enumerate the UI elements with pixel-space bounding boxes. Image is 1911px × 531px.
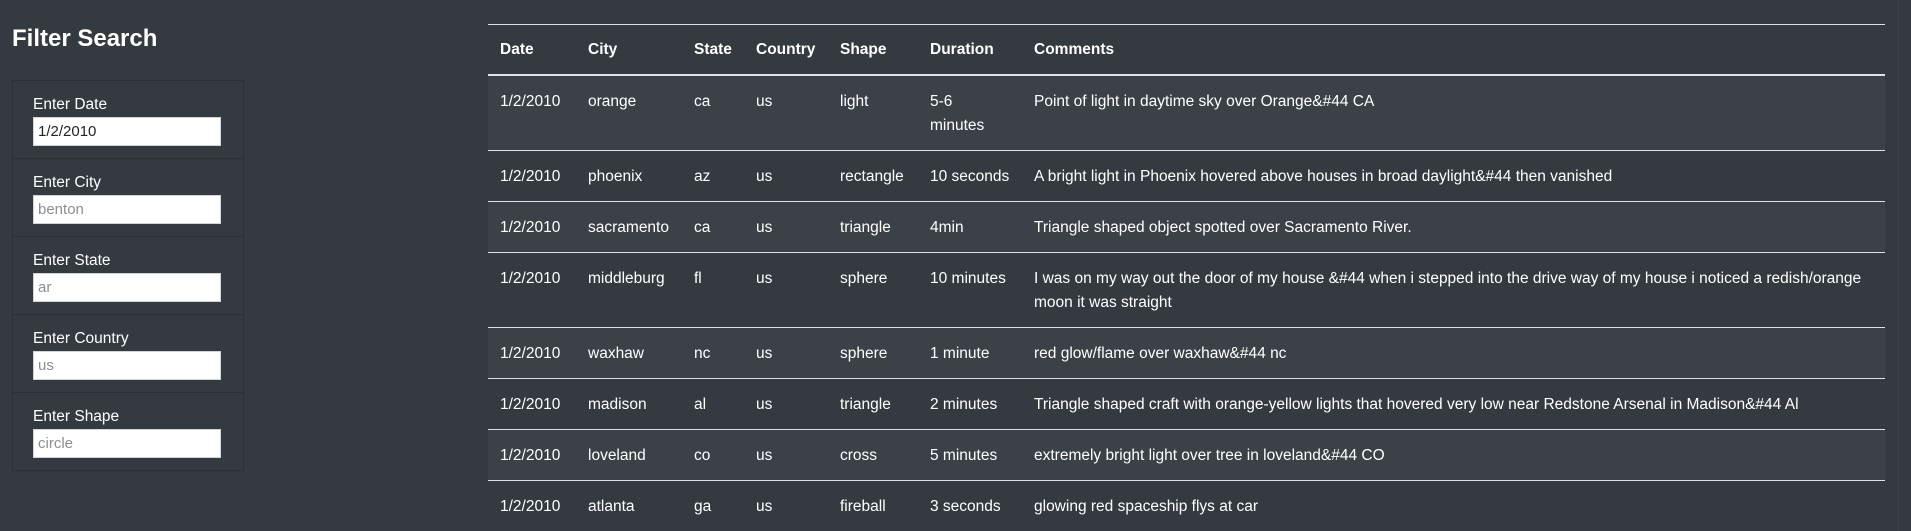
table-row: 1/2/2010 phoenix az us rectangle 10 seco… bbox=[488, 150, 1885, 202]
cell-comments: Point of light in daytime sky over Orang… bbox=[1022, 74, 1885, 151]
cell-shape: triangle bbox=[828, 378, 918, 430]
cell-date: 1/2/2010 bbox=[488, 429, 576, 481]
cell-comments: I was on my way out the door of my house… bbox=[1022, 252, 1885, 328]
state-input[interactable] bbox=[33, 273, 221, 302]
cell-comments: Triangle shaped craft with orange-yellow… bbox=[1022, 378, 1885, 430]
cell-state: co bbox=[682, 429, 744, 481]
filter-list: Enter Date Enter City Enter State Enter … bbox=[12, 80, 244, 471]
cell-country: us bbox=[744, 201, 828, 253]
cell-city: loveland bbox=[576, 429, 682, 481]
table-row: 1/2/2010 sacramento ca us triangle 4min … bbox=[488, 201, 1885, 253]
cell-shape: sphere bbox=[828, 327, 918, 379]
table-row: 1/2/2010 atlanta ga us fireball 3 second… bbox=[488, 480, 1885, 531]
cell-shape: cross bbox=[828, 429, 918, 481]
cell-date: 1/2/2010 bbox=[488, 74, 576, 151]
filter-country-label: Enter Country bbox=[33, 330, 129, 347]
cell-state: az bbox=[682, 150, 744, 202]
cell-state: ca bbox=[682, 74, 744, 151]
ufo-results-table: Date City State Country Shape Duration C… bbox=[488, 24, 1885, 531]
shape-input[interactable] bbox=[33, 429, 221, 458]
cell-date: 1/2/2010 bbox=[488, 480, 576, 531]
table-row: 1/2/2010 madison al us triangle 2 minute… bbox=[488, 378, 1885, 430]
filter-date-label: Enter Date bbox=[33, 96, 108, 113]
cell-shape: sphere bbox=[828, 252, 918, 328]
cell-country: us bbox=[744, 480, 828, 531]
cell-date: 1/2/2010 bbox=[488, 327, 576, 379]
cell-date: 1/2/2010 bbox=[488, 150, 576, 202]
filter-country: Enter Country bbox=[13, 315, 243, 393]
cell-duration: 10 seconds bbox=[918, 150, 1022, 202]
header-comments: Comments bbox=[1022, 24, 1885, 76]
filter-city-label: Enter City bbox=[33, 174, 102, 191]
header-state: State bbox=[682, 24, 744, 76]
table-row: 1/2/2010 waxhaw nc us sphere 1 minute re… bbox=[488, 327, 1885, 379]
results-table-container: Date City State Country Shape Duration C… bbox=[488, 24, 1885, 531]
cell-duration: 5-6 minutes bbox=[918, 74, 1022, 151]
cell-comments: Triangle shaped object spotted over Sacr… bbox=[1022, 201, 1885, 253]
cell-state: fl bbox=[682, 252, 744, 328]
cell-city: madison bbox=[576, 378, 682, 430]
country-input[interactable] bbox=[33, 351, 221, 380]
cell-shape: triangle bbox=[828, 201, 918, 253]
cell-shape: light bbox=[828, 74, 918, 151]
cell-country: us bbox=[744, 378, 828, 430]
page: Filter Search Enter Date Enter City Ente… bbox=[0, 0, 1911, 531]
cell-comments: extremely bright light over tree in love… bbox=[1022, 429, 1885, 481]
filter-city: Enter City bbox=[13, 159, 243, 237]
cell-state: ga bbox=[682, 480, 744, 531]
cell-country: us bbox=[744, 429, 828, 481]
header-shape: Shape bbox=[828, 24, 918, 76]
cell-country: us bbox=[744, 327, 828, 379]
city-input[interactable] bbox=[33, 195, 221, 224]
table-row: 1/2/2010 loveland co us cross 5 minutes … bbox=[488, 429, 1885, 481]
table-row: 1/2/2010 middleburg fl us sphere 10 minu… bbox=[488, 252, 1885, 328]
cell-shape: fireball bbox=[828, 480, 918, 531]
cell-date: 1/2/2010 bbox=[488, 378, 576, 430]
cell-date: 1/2/2010 bbox=[488, 201, 576, 253]
date-input[interactable] bbox=[33, 117, 221, 146]
table-body: 1/2/2010 orange ca us light 5-6 minutes … bbox=[488, 74, 1885, 531]
table-header: Date City State Country Shape Duration C… bbox=[488, 24, 1885, 76]
sidebar-title: Filter Search bbox=[12, 25, 158, 52]
header-duration: Duration bbox=[918, 24, 1022, 76]
cell-comments: A bright light in Phoenix hovered above … bbox=[1022, 150, 1885, 202]
cell-duration: 3 seconds bbox=[918, 480, 1022, 531]
filter-shape: Enter Shape bbox=[13, 393, 243, 470]
header-city: City bbox=[576, 24, 682, 76]
filter-sidebar: Filter Search Enter Date Enter City Ente… bbox=[12, 22, 244, 471]
cell-state: ca bbox=[682, 201, 744, 253]
header-date: Date bbox=[488, 24, 576, 76]
header-row: Date City State Country Shape Duration C… bbox=[488, 24, 1885, 76]
cell-city: middleburg bbox=[576, 252, 682, 328]
filter-state: Enter State bbox=[13, 237, 243, 315]
cell-duration: 4min bbox=[918, 201, 1022, 253]
cell-city: phoenix bbox=[576, 150, 682, 202]
cell-comments: red glow/flame over waxhaw&#44 nc bbox=[1022, 327, 1885, 379]
cell-city: waxhaw bbox=[576, 327, 682, 379]
cell-shape: rectangle bbox=[828, 150, 918, 202]
filter-state-label: Enter State bbox=[33, 252, 111, 269]
filter-date: Enter Date bbox=[13, 81, 243, 159]
table-row: 1/2/2010 orange ca us light 5-6 minutes … bbox=[488, 74, 1885, 151]
cell-city: atlanta bbox=[576, 480, 682, 531]
filter-shape-label: Enter Shape bbox=[33, 408, 120, 425]
cell-country: us bbox=[744, 252, 828, 328]
cell-duration: 5 minutes bbox=[918, 429, 1022, 481]
cell-city: sacramento bbox=[576, 201, 682, 253]
cell-duration: 2 minutes bbox=[918, 378, 1022, 430]
cell-duration: 10 minutes bbox=[918, 252, 1022, 328]
header-country: Country bbox=[744, 24, 828, 76]
cell-country: us bbox=[744, 150, 828, 202]
cell-duration: 1 minute bbox=[918, 327, 1022, 379]
cell-state: al bbox=[682, 378, 744, 430]
cell-state: nc bbox=[682, 327, 744, 379]
cell-city: orange bbox=[576, 74, 682, 151]
cell-country: us bbox=[744, 74, 828, 151]
vertical-scrollbar[interactable] bbox=[1898, 0, 1911, 531]
cell-date: 1/2/2010 bbox=[488, 252, 576, 328]
cell-comments: glowing red spaceship flys at car bbox=[1022, 480, 1885, 531]
